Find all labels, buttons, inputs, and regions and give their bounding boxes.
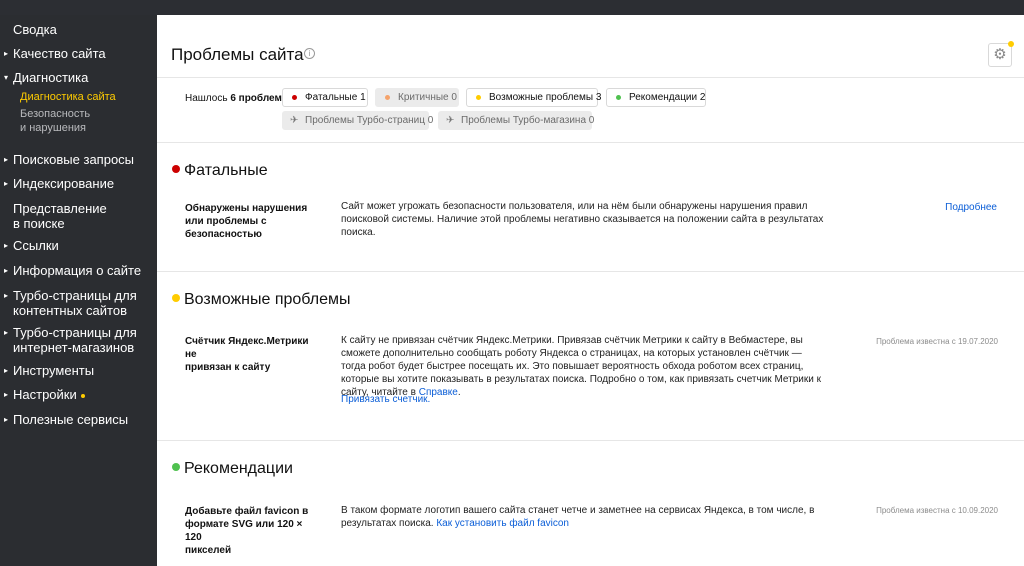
- problem-date: Проблема известна с 19.07.2020: [876, 337, 998, 346]
- sidebar-subitem-site-diagnostics[interactable]: Диагностика сайта: [20, 90, 116, 104]
- problem-description-text: К сайту не привязан счётчик Яндекс.Метри…: [341, 335, 821, 398]
- problem-description-text: В таком формате логотип вашего сайта ста…: [341, 505, 815, 529]
- sidebar-item-label: Инструменты: [13, 363, 95, 378]
- chevron-right-icon: ▸: [4, 366, 9, 375]
- chevron-right-icon: ▸: [4, 266, 9, 275]
- sidebar-item-label: Настройки: [13, 387, 77, 402]
- sidebar-item-label: Полезные сервисы: [13, 412, 129, 427]
- chevron-right-icon: ▸: [4, 291, 9, 300]
- main-panel: Проблемы сайта i ⚙ Нашлось 6 проблем Фат…: [157, 15, 1024, 566]
- filter-recommendations[interactable]: Рекомендации 2: [606, 88, 706, 107]
- found-count: 6 проблем: [230, 93, 282, 104]
- found-summary: Нашлось 6 проблем: [185, 93, 282, 105]
- status-dot: [385, 95, 390, 100]
- more-link[interactable]: Подробнее: [945, 201, 997, 214]
- sidebar-item-label: Ссылки: [13, 238, 59, 253]
- chevron-right-icon: ▸: [4, 179, 9, 188]
- page-title: Проблемы сайта: [171, 45, 304, 64]
- filter-possible[interactable]: Возможные проблемы 3: [466, 88, 602, 107]
- gear-icon: ⚙: [993, 46, 1007, 63]
- possible-status-dot: [172, 294, 180, 302]
- status-dot: [476, 95, 481, 100]
- chevron-down-icon: ▾: [4, 73, 9, 82]
- sidebar-item-label: Турбо-страницы для контентных сайтов: [13, 288, 137, 318]
- sidebar-item-label: Индексирование: [13, 176, 115, 191]
- chevron-right-icon: ▸: [4, 328, 9, 337]
- settings-gear-button[interactable]: ⚙: [988, 43, 1012, 67]
- sidebar-item-label: Поисковые запросы: [13, 152, 135, 167]
- sidebar-item-label: Диагностика: [13, 70, 89, 85]
- problem-description: Сайт может угрожать безопасности пользов…: [341, 201, 824, 238]
- info-icon[interactable]: i: [304, 48, 315, 59]
- divider: [157, 142, 1024, 143]
- section-title-fatal: Фатальные: [184, 162, 268, 179]
- filter-label: Критичные 0: [398, 92, 457, 103]
- recommendations-status-dot: [172, 463, 180, 471]
- problem-title: Счётчик Яндекс.Метрики не привязан к сай…: [185, 336, 309, 373]
- rocket-icon: ✈: [290, 115, 299, 126]
- divider: [157, 440, 1024, 441]
- sidebar-item-label: Информация о сайте: [13, 263, 142, 278]
- favicon-help-link[interactable]: Как установить файл favicon: [436, 518, 569, 529]
- filter-label: Рекомендации 2: [629, 92, 706, 103]
- sidebar-item-label: Представление в поиске: [13, 201, 107, 231]
- filter-label: Возможные проблемы 3: [489, 92, 602, 103]
- problem-title: Добавьте файл favicon в формате SVG или …: [185, 506, 309, 556]
- sidebar-subitem-security[interactable]: Безопасность и нарушения: [20, 107, 90, 135]
- divider: [157, 77, 1024, 78]
- notification-dot: [1008, 41, 1014, 47]
- chevron-right-icon: ▸: [4, 49, 9, 58]
- problem-description: К сайту не привязан счётчик Яндекс.Метри…: [341, 334, 826, 399]
- found-prefix: Нашлось: [185, 93, 231, 104]
- top-bar: [0, 0, 1024, 15]
- section-title-recommendations: Рекомендации: [184, 460, 293, 477]
- divider: [157, 271, 1024, 272]
- filter-fatal[interactable]: Фатальные 1: [282, 88, 368, 107]
- problem-description-end: .: [457, 387, 461, 398]
- chevron-right-icon: ▸: [4, 415, 9, 424]
- filter-critical[interactable]: Критичные 0: [375, 88, 459, 107]
- status-dot: [292, 95, 297, 100]
- chevron-right-icon: ▸: [4, 241, 9, 250]
- problem-date: Проблема известна с 10.09.2020: [876, 506, 998, 515]
- chevron-right-icon: ▸: [4, 390, 9, 399]
- filter-turbo-shop[interactable]: ✈ Проблемы Турбо-магазина 0: [438, 111, 595, 130]
- filter-turbo-pages[interactable]: ✈ Проблемы Турбо-страниц 0: [282, 111, 433, 130]
- sidebar-item-label: Сводка: [13, 22, 57, 37]
- sidebar-item-label: Качество сайта: [13, 46, 106, 61]
- filter-label: Проблемы Турбо-страниц 0: [305, 115, 434, 126]
- problem-title: Обнаружены нарушения или проблемы с безо…: [185, 203, 308, 240]
- filter-label: Фатальные 1: [305, 92, 366, 103]
- rocket-icon: ✈: [446, 115, 455, 126]
- link-counter-link[interactable]: Привязать счетчик.: [341, 393, 430, 406]
- sidebar: Сводка ▸ Качество сайта ▾ Диагностика Ди…: [0, 15, 157, 566]
- problem-description: В таком формате логотип вашего сайта ста…: [341, 504, 826, 530]
- sidebar-item-label: Турбо-страницы для интернет-магазинов: [13, 325, 137, 355]
- sidebar-item-label-wrap: Настройки: [13, 387, 85, 402]
- section-title-possible: Возможные проблемы: [184, 291, 351, 308]
- filter-label: Проблемы Турбо-магазина 0: [461, 115, 595, 126]
- notification-dot: [80, 393, 85, 398]
- chevron-right-icon: ▸: [4, 155, 9, 164]
- fatal-status-dot: [172, 165, 180, 173]
- status-dot: [616, 95, 621, 100]
